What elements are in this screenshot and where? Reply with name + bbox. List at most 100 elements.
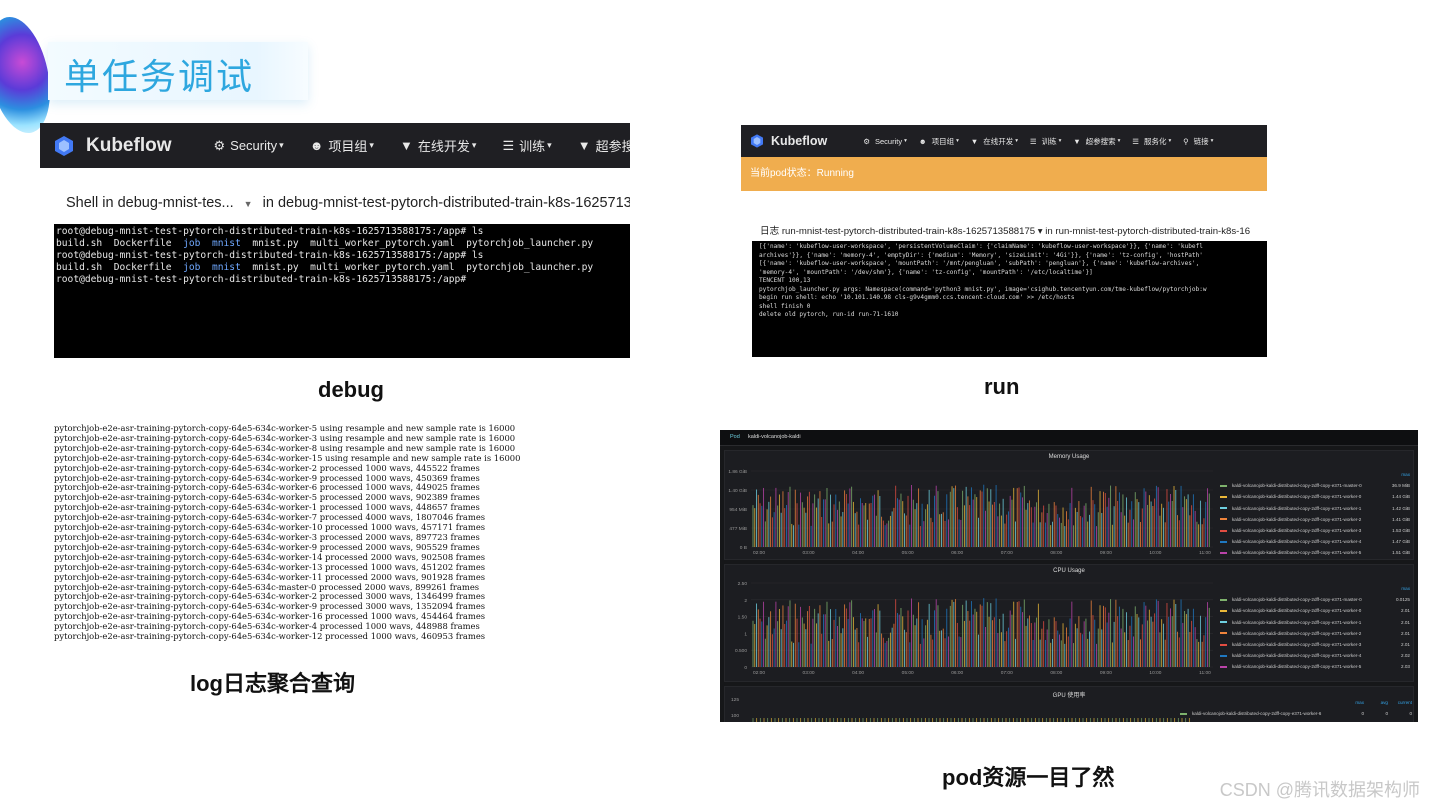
nav-label: 在线开发 xyxy=(417,139,470,154)
tab-kaldi[interactable]: kaldi-volcanojob-kaldi xyxy=(748,434,801,440)
legend-item[interactable]: kaldi-volcanojob-kaldi-distributed-copy-… xyxy=(1180,719,1412,722)
legend-item[interactable]: kaldi-volcanojob-kaldi-distributed-copy-… xyxy=(1220,503,1410,514)
nav-item-3[interactable]: ☰ 训练 ▾ xyxy=(1030,136,1061,147)
terminal-text: mnist xyxy=(211,238,241,249)
gpu-usage-panel: GPU 使用率 125 100 max avg current kaldi-volca… xyxy=(724,686,1414,722)
terminal-text: mnist.py multi_worker_pytorch.yaml pytor… xyxy=(240,238,594,249)
series-name: kaldi-volcanojob-kaldi-distributed-copy-… xyxy=(1232,483,1362,489)
x-tick: 06:00 xyxy=(951,550,963,556)
nav-item-4[interactable]: ▼超参搜索▾ xyxy=(1073,136,1120,147)
nav-label: 超参搜索 xyxy=(595,139,630,154)
series-name: kaldi-volcanojob-kaldi-distributed-copy-… xyxy=(1232,516,1362,522)
gears-icon: ⚙ xyxy=(863,136,870,146)
series-name: kaldi-volcanojob-kaldi-distributed-copy-… xyxy=(1232,630,1362,636)
kubeflow-logo[interactable]: Kubeflow xyxy=(52,134,172,158)
series-name: kaldi-volcanojob-kaldi-distributed-copy-… xyxy=(1232,608,1362,614)
legend-item[interactable]: kaldi-volcanojob-kaldi-distributed-copy-… xyxy=(1220,491,1410,502)
terminal-text: root@debug-mnist-test-pytorch-distribute… xyxy=(56,274,467,285)
legend-item[interactable]: kaldi-volcanojob-kaldi-distributed-copy-… xyxy=(1220,617,1410,628)
caret-down-icon: ▾ xyxy=(1210,138,1214,144)
series-swatch xyxy=(1220,598,1227,601)
terminal-line: delete old pytorch, run-id run-71-1610 xyxy=(759,311,899,318)
series-avg: 0 xyxy=(1385,711,1388,717)
list-icon: ☰ xyxy=(1132,136,1140,146)
slide-title: 单任务调试 xyxy=(64,57,255,98)
log-selector-row[interactable]: 日志 run-mnist-test-pytorch-distributed-tr… xyxy=(752,223,1267,241)
legend-header-col: avg xyxy=(1380,700,1388,706)
legend-item[interactable]: kaldi-volcanojob-kaldi-distributed-copy-… xyxy=(1220,547,1410,558)
series-max: 2.01 xyxy=(1401,642,1410,648)
series-name: kaldi-volcanojob-kaldi-distributed-copy-… xyxy=(1232,505,1362,511)
kubeflow-icon xyxy=(751,134,763,148)
x-tick: 04:00 xyxy=(852,550,864,556)
legend-item[interactable]: kaldi-volcanojob-kaldi-distributed-copy-… xyxy=(1220,525,1410,536)
caption-debug: debug xyxy=(318,377,384,402)
tab-pod[interactable]: Pod xyxy=(730,434,740,440)
nav-label: 服务化 xyxy=(1144,136,1167,146)
series-max: 0.0125 xyxy=(1395,597,1410,603)
nav-label: 在线开发 xyxy=(983,136,1014,146)
caret-down-icon: ▾ xyxy=(369,140,374,150)
nav-item-5[interactable]: ☰ 服务化 ▾ xyxy=(1132,136,1171,147)
series-name: kaldi-volcanojob-kaldi-distributed-copy-… xyxy=(1232,619,1362,625)
nav-label: 超参搜索 xyxy=(1085,136,1116,146)
legend-item[interactable]: kaldi-volcanojob-kaldi-distributed-copy-… xyxy=(1220,628,1410,639)
list-icon: ☰ xyxy=(1029,136,1037,146)
nav-item-1[interactable]: ☻ 项目组 ▾ xyxy=(310,136,374,155)
legend-item[interactable]: kaldi-volcanojob-kaldi-distributed-copy-… xyxy=(1220,650,1410,661)
aggregated-log-view: pytorchjob-e2e-asr-training-pytorch-copy… xyxy=(54,424,614,644)
x-tick: 10:00 xyxy=(1149,670,1161,676)
series-swatch xyxy=(1220,632,1227,635)
kubeflow-navbar-debug: Kubeflow ⚙Security▾ ☻ 项目组▾ ▼在线开发▾ ☰训练▾ ▼超参搜索▾ xyxy=(40,123,630,168)
x-tick: 02:00 xyxy=(753,670,765,676)
group-icon: ☻ xyxy=(309,138,324,153)
legend-item[interactable]: kaldi-volcanojob-kaldi-distributed-copy-… xyxy=(1220,594,1410,605)
caption-log: log日志聚合查询 xyxy=(190,671,355,696)
legend-item[interactable]: kaldi-volcanojob-kaldi-distributed-copy-… xyxy=(1220,639,1410,650)
nav-item-3[interactable]: ☰ 训练 ▾ xyxy=(502,136,551,155)
nav-label: 链接 xyxy=(1193,136,1209,146)
nav-item-0[interactable]: ⚙ Security ▾ xyxy=(863,137,906,146)
nav-item-6[interactable]: ⚲ 链接 ▾ xyxy=(1183,136,1213,147)
legend-item[interactable]: kaldi-volcanojob-kaldi-distributed-copy-… xyxy=(1220,480,1410,491)
debug-terminal[interactable]: root@debug-mnist-test-pytorch-distribute… xyxy=(54,224,630,358)
shell-select[interactable]: Shell in debug-mnist-tes... xyxy=(66,195,234,211)
x-tick: 05:00 xyxy=(902,550,914,556)
caret-down-icon: ▾ xyxy=(1117,138,1121,144)
terminal-line: shell finish 0 xyxy=(759,302,811,310)
series-name: kaldi-volcanojob-kaldi-distributed-copy-… xyxy=(1232,550,1362,556)
series-name: kaldi-volcanojob-kaldi-distributed-copy-… xyxy=(1232,528,1362,534)
series-max: 0 xyxy=(1361,711,1364,717)
terminal-text: build.sh Dockerfile xyxy=(56,262,184,273)
x-tick: 10:00 xyxy=(1149,550,1161,556)
nav-item-0[interactable]: ⚙ Security ▾ xyxy=(214,138,284,154)
x-tick: 07:00 xyxy=(1001,550,1013,556)
legend-item[interactable]: kaldi-volcanojob-kaldi-distributed-copy-… xyxy=(1220,605,1410,616)
watermark: CSDN @腾讯数据架构师 xyxy=(1219,780,1420,800)
series-swatch xyxy=(1220,518,1227,521)
nav-item-2[interactable]: ▼ 在线开发 ▾ xyxy=(400,136,476,155)
series-max: 2.01 xyxy=(1401,608,1410,614)
kubeflow-logo[interactable]: Kubeflow xyxy=(749,133,827,149)
caret-down-icon: ▾ xyxy=(904,138,907,144)
legend-item[interactable]: kaldi-volcanojob-kaldi-distributed-copy-… xyxy=(1220,514,1410,525)
legend-item[interactable]: kaldi-volcanojob-kaldi-distributed-copy-… xyxy=(1220,661,1410,672)
nav-label: 项目组 xyxy=(328,139,368,154)
series-max: 1.44 GiB xyxy=(1392,494,1410,500)
nav-item-1[interactable]: ☻ 项目组 ▾ xyxy=(919,136,959,147)
y-tick: 0 B xyxy=(740,545,747,551)
x-tick: 06:00 xyxy=(951,670,963,676)
legend-item[interactable]: kaldi-volcanojob-kaldi-distributed-copy-… xyxy=(1220,536,1410,547)
terminal-text: job xyxy=(183,262,201,273)
legend-item[interactable]: kaldi-volcanojob-kaldi-distributed-copy-… xyxy=(1180,708,1412,719)
terminal-line: build.sh Dockerfile job mnist mnist.py m… xyxy=(56,262,630,274)
series-swatch xyxy=(1220,621,1227,624)
series-swatch xyxy=(1220,665,1227,668)
series-name: kaldi-volcanojob-kaldi-distributed-copy-… xyxy=(1232,494,1362,500)
nav-item-4[interactable]: ▼超参搜索▾ xyxy=(578,136,630,155)
nav-label: Security xyxy=(230,138,278,153)
x-tick: 03:00 xyxy=(803,670,815,676)
nav-item-2[interactable]: ▼ 在线开发 ▾ xyxy=(971,136,1018,147)
y-tick: 477 MiB xyxy=(729,526,747,532)
